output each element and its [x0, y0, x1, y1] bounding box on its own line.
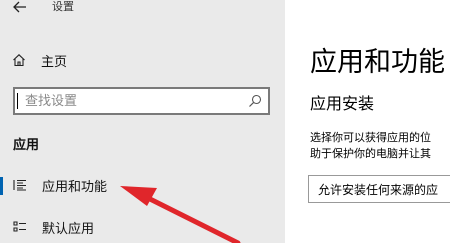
search-input[interactable]: 查找设置: [13, 87, 270, 115]
install-source-dropdown[interactable]: 允许安装任何来源的应: [308, 175, 450, 203]
list-icon: [13, 179, 26, 191]
description-text: 选择你可以获得应用的位 助于保护你的电脑并让其: [310, 130, 431, 162]
sidebar-item-label: 默认应用: [42, 221, 95, 237]
home-label: 主页: [41, 54, 68, 70]
text-caret: [17, 93, 18, 109]
description-line: 助于保护你的电脑并让其: [310, 147, 431, 160]
sidebar: 设置 主页 查找设置 应用 应用和功能 默认应用: [0, 0, 285, 243]
main-panel: 应用和功能 应用安装 选择你可以获得应用的位 助于保护你的电脑并让其 允许安装任…: [285, 0, 450, 243]
description-line: 选择你可以获得应用的位: [310, 131, 431, 144]
section-heading: 应用安装: [310, 94, 375, 113]
page-title: 应用和功能: [310, 47, 445, 78]
active-indicator: [0, 177, 3, 195]
sidebar-item-default-apps[interactable]: 默认应用: [0, 212, 285, 242]
sidebar-item-label: 应用和功能: [42, 179, 108, 195]
home-nav-item[interactable]: 主页: [12, 50, 67, 70]
window-title: 设置: [52, 0, 74, 13]
sidebar-item-apps-features[interactable]: 应用和功能: [0, 170, 285, 200]
home-icon: [13, 54, 25, 67]
section-title: 应用: [13, 138, 40, 153]
list-default-icon: [13, 221, 26, 232]
search-placeholder: 查找设置: [25, 94, 78, 109]
arrow-left-icon[interactable]: [12, 0, 28, 14]
dropdown-value: 允许安装任何来源的应: [318, 183, 439, 197]
search-icon[interactable]: [248, 94, 262, 108]
